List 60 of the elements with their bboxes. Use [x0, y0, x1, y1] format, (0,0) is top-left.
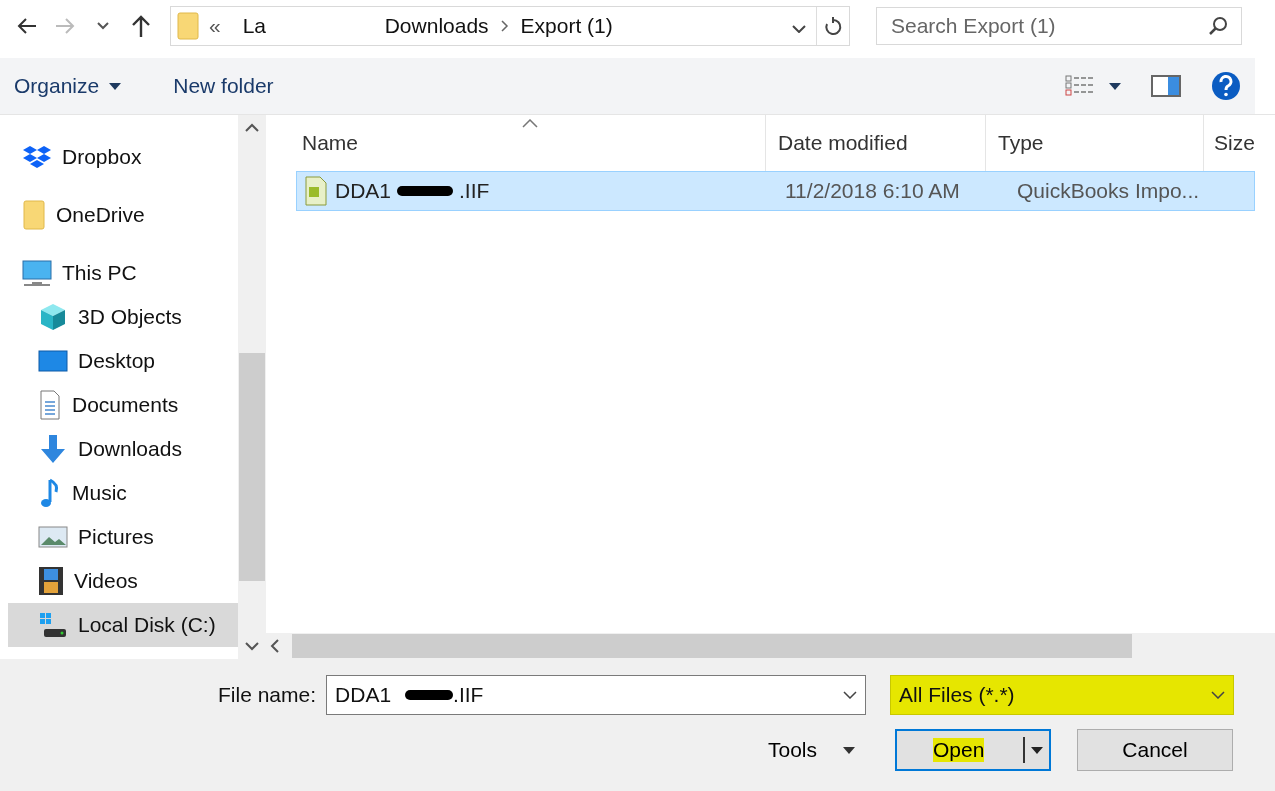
- scroll-left-icon[interactable]: [270, 639, 280, 653]
- scroll-down-icon[interactable]: [245, 641, 259, 651]
- file-name-field[interactable]: DDA1 .IIF: [326, 675, 867, 715]
- down-arrow-icon: [38, 434, 68, 464]
- horizontal-scrollbar[interactable]: [266, 633, 1275, 659]
- monitor-icon: [22, 260, 52, 286]
- film-strip-icon: [38, 566, 64, 596]
- redaction-mark: [397, 186, 454, 196]
- search-icon: [1208, 16, 1228, 36]
- column-header[interactable]: Size: [1204, 115, 1256, 171]
- caret-icon: [1031, 746, 1044, 754]
- preview-pane-icon[interactable]: [1151, 75, 1181, 97]
- sidebar-item[interactable]: Dropbox: [8, 135, 238, 179]
- sort-caret-icon: [522, 119, 538, 128]
- breadcrumb[interactable]: Downloads: [384, 14, 489, 38]
- sidebar-item[interactable]: 3D Objects: [8, 295, 238, 339]
- drive-icon: [38, 611, 68, 639]
- search-field[interactable]: Search Export (1): [876, 7, 1242, 45]
- address-bar[interactable]: « La Downloads Export (1): [170, 6, 850, 46]
- sidebar-item[interactable]: Local Disk (C:): [8, 603, 238, 647]
- sidebar-item[interactable]: This PC: [8, 251, 238, 295]
- picture-icon: [38, 525, 68, 549]
- cube-icon: [38, 302, 68, 332]
- sidebar-item[interactable]: Desktop: [8, 339, 238, 383]
- sidebar-item[interactable]: Music: [8, 471, 238, 515]
- dropbox-icon: [22, 145, 52, 169]
- breadcrumb[interactable]: La: [242, 14, 333, 38]
- file-extension: .IIF: [459, 179, 490, 203]
- sidebar-item[interactable]: Documents: [8, 383, 238, 427]
- caret-icon: [843, 746, 856, 754]
- breadcrumb[interactable]: Export (1): [520, 14, 613, 38]
- file-type-dropdown[interactable]: All Files (*.*): [890, 675, 1235, 715]
- scroll-up-icon[interactable]: [245, 123, 259, 133]
- dropdown-icon: [1211, 691, 1226, 699]
- chevron-icon: [500, 20, 509, 32]
- file-row[interactable]: DDA1 .IIF 11/2/2018 6:10 AM QuickBooks Impo...: [296, 171, 1255, 211]
- sidebar-item[interactable]: Videos: [8, 559, 238, 603]
- open-button[interactable]: Open: [895, 729, 1052, 771]
- date-cell-text: 11/2/2018 6:10 AM: [784, 179, 961, 203]
- help-icon[interactable]: [1211, 71, 1241, 101]
- file-icon: [303, 176, 329, 206]
- caret-icon: [109, 82, 122, 90]
- cancel-button[interactable]: Cancel: [1077, 729, 1234, 771]
- view-options-icon[interactable]: [1065, 75, 1121, 97]
- file-name-label: File name:: [218, 683, 317, 707]
- sidebar-item[interactable]: Downloads: [8, 427, 238, 471]
- overflow-chevron[interactable]: «: [209, 14, 221, 38]
- folder-icon: [177, 12, 199, 40]
- type-cell-text: QuickBooks Impo...: [1016, 179, 1200, 203]
- document-icon: [38, 390, 62, 420]
- desktop-icon: [38, 349, 68, 373]
- file-name: DDA1: [335, 179, 392, 203]
- sidebar-item[interactable]: OneDrive: [8, 193, 238, 237]
- dropdown-icon[interactable]: [843, 691, 858, 699]
- tools-button[interactable]: Tools: [768, 738, 856, 762]
- scrollbar[interactable]: [238, 115, 266, 659]
- sidebar-item[interactable]: Pictures: [8, 515, 238, 559]
- organize-button[interactable]: Organize: [8, 70, 128, 102]
- folder-icon: [22, 200, 46, 230]
- new-folder-button[interactable]: New folder: [167, 70, 280, 102]
